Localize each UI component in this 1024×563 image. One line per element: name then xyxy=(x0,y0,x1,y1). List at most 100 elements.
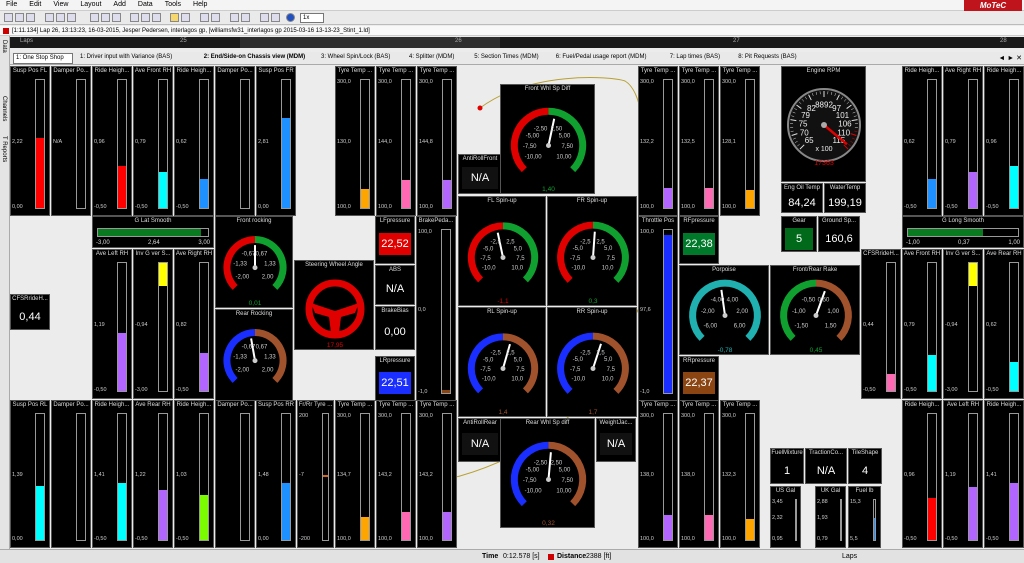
gear-panel[interactable]: Gear 5 xyxy=(781,216,817,252)
anti-roll-front-panel[interactable]: AntiRollFront N/A xyxy=(458,154,502,194)
ride-rl2-panel[interactable]: Ride Heigh... 0,62 -0,50 xyxy=(902,66,942,216)
menu-item-layout[interactable]: Layout xyxy=(74,0,107,9)
engine-rpm-panel[interactable]: Engine RPM 65 70 75 79 82 88 92 97 101 106 110 115 x … xyxy=(781,66,866,182)
menu-item-tools[interactable]: Tools xyxy=(159,0,187,9)
front-rocking-panel[interactable]: Front rocking -0,67 0,67 -1,33 1,33 -2,00 2,00… xyxy=(215,216,293,308)
damper-fr-panel[interactable]: Damper Po... xyxy=(215,66,255,216)
tyre-3-panel[interactable]: Tyre Temp ... 300,0 144,8 100,0 xyxy=(417,66,457,216)
cfsr-ride-panel[interactable]: CFSRrideH... 0,44 -0,50 xyxy=(861,249,901,399)
workspace-select[interactable]: 1: One Stop Shop xyxy=(13,53,73,64)
cut-icon[interactable] xyxy=(45,13,54,22)
chart-icon[interactable] xyxy=(230,13,239,22)
tab-7[interactable]: 7: Lap times (BAS) xyxy=(670,54,720,60)
side-tab-reports[interactable]: T Reports xyxy=(1,136,7,162)
tab-2[interactable]: 2: End/Side-on Chassis view (MDM) xyxy=(204,54,305,60)
menu-item-edit[interactable]: Edit xyxy=(23,0,47,9)
tools-icon[interactable] xyxy=(271,13,280,22)
uk-gal-panel[interactable]: UK Gal 2,88 1,93 0,79 xyxy=(815,486,846,548)
ride-rr3-panel[interactable]: Ride Heigh... 1,41 -0,50 xyxy=(984,400,1024,548)
tyre-12-panel[interactable]: Tyre Temp ... 300,0 132,3 100,0 xyxy=(720,400,760,548)
ave-left-rh2-panel[interactable]: Ave Left RH 1,19 -0,50 xyxy=(943,400,983,548)
side-tab-channels[interactable]: Channels xyxy=(1,96,7,121)
susp-rr-panel[interactable]: Susp Pos RR 1,48 0,00 xyxy=(256,400,296,548)
forward-icon[interactable] xyxy=(211,13,220,22)
brake-pedal-panel[interactable]: BrakePeda... 100,0 0,0 -1,0 xyxy=(416,216,456,401)
steering-wheel-panel[interactable]: Steering Wheel Angle 17,95 xyxy=(294,260,374,350)
lr-pressure-panel[interactable]: LRpressure 22,51 xyxy=(375,356,415,401)
susp-rl-panel[interactable]: Susp Pos RL 1,39 0,00 xyxy=(10,400,50,548)
ride-fl-panel[interactable]: Ride Heigh... 0,96 -0,50 xyxy=(92,66,132,216)
fuel-lb-panel[interactable]: Fuel lb 15,3 5,5 xyxy=(848,486,881,548)
rr-pressure-panel[interactable]: RRpressure 22,37 xyxy=(679,356,719,401)
ave-right-rh-panel[interactable]: Ave Right RH 0,79 -0,50 xyxy=(943,66,983,216)
weight-jack-panel[interactable]: WeightJac... N/A xyxy=(596,418,636,462)
rear-whl-sp-diff-panel[interactable]: Rear Whl Sp diff -2,50 2,50 -5,00 5,00 -7,50 7… xyxy=(500,418,595,528)
tyre-7-panel[interactable]: Tyre Temp ... 300,0 134,7 100,0 xyxy=(335,400,375,548)
ave-front-rh2-panel[interactable]: Ave Front RH 0,79 -0,50 xyxy=(902,249,942,399)
tyre-10-panel[interactable]: Tyre Temp ... 300,0 138,0 100,0 xyxy=(638,400,678,548)
front-rear-rake-panel[interactable]: Front/Rear Rake -0,50 0,50 -1,00 1,00 -1,50 1,… xyxy=(770,265,860,355)
damper-fl-panel[interactable]: Damper Po... N/A xyxy=(51,66,91,216)
tab-1[interactable]: 1: Driver input with Variance (BAS) xyxy=(80,54,172,60)
menu-item-file[interactable]: File xyxy=(0,0,23,9)
frrr-tyre-panel[interactable]: Fr/Rr Tyre ... 200 -7 -200 xyxy=(297,400,334,548)
ride-rr-panel[interactable]: Ride Heigh... 1,03 -0,50 xyxy=(174,400,214,548)
tab-4[interactable]: 4: Splitter (MDM) xyxy=(409,54,454,60)
zoom-out-icon[interactable] xyxy=(152,13,161,22)
water-temp-panel[interactable]: WaterTemp 199,19 xyxy=(824,183,866,213)
eng-oil-temp-panel[interactable]: Eng Oil Temp 84,24 xyxy=(781,183,823,213)
cfsr-small-panel[interactable]: CFSRrideH... 0,44 xyxy=(10,294,50,330)
throttle-pos-panel[interactable]: Throttle Pos 100,0 97,6 -1,0 xyxy=(638,216,678,401)
abs-panel[interactable]: ABS N/A xyxy=(375,265,415,305)
rl-spin-up-panel[interactable]: RL Spin-up -2,5 2,5 -5,0 5,0 -7,5 7,5 -10,0 10,0… xyxy=(458,307,546,417)
fr-spin-up-panel[interactable]: FR Spin-up -2,5 2,5 -5,0 5,0 -7,5 7,5 -10,0 10,0… xyxy=(547,196,637,306)
open-icon[interactable] xyxy=(15,13,24,22)
back-icon[interactable] xyxy=(200,13,209,22)
porpoise-panel[interactable]: Porpoise -4,00 4,00 -2,00 2,00 -6,00 6,00 -0,78 xyxy=(679,265,769,355)
cursor-icon[interactable] xyxy=(181,13,190,22)
inv-g2-panel[interactable]: Inv G ver S... -0,94 -3,00 xyxy=(943,249,983,399)
tile-shape-panel[interactable]: TileShape 4 xyxy=(848,448,882,484)
ave-rear-rh-panel[interactable]: Ave Rear RH 1,22 -0,50 xyxy=(133,400,173,548)
ride-rl-panel[interactable]: Ride Heigh... 1,41 -0,50 xyxy=(92,400,132,548)
tyre-6-panel[interactable]: Tyre Temp ... 300,0 128,1 100,0 xyxy=(720,66,760,216)
ride-fr-panel[interactable]: Ride Heigh... 0,62 -0,50 xyxy=(174,66,214,216)
rf-pressure-panel[interactable]: RFpressure 22,38 xyxy=(679,216,719,264)
menu-item-view[interactable]: View xyxy=(47,0,74,9)
ave-left-rh-panel[interactable]: Ave Left RH 1,19 -0,50 xyxy=(92,249,132,399)
tab-6[interactable]: 6: Fuel/Pedal usage report (MDM) xyxy=(556,54,647,60)
pointer-icon[interactable] xyxy=(170,13,179,22)
new-icon[interactable] xyxy=(4,13,13,22)
brake-bias-panel[interactable]: BrakeBias 0,00 xyxy=(375,306,415,350)
fl-spin-up-panel[interactable]: FL Spin-up -2,5 2,5 -5,0 5,0 -7,5 7,5 -10,0 10,0… xyxy=(458,196,546,306)
ground-speed-panel[interactable]: Ground Sp... 160,6 xyxy=(818,216,860,252)
report-icon[interactable] xyxy=(241,13,250,22)
tab-3[interactable]: 3: Wheel Spin/Lock (BAS) xyxy=(321,54,390,60)
menu-item-data[interactable]: Data xyxy=(132,0,159,9)
damper-rr-panel[interactable]: Damper Po... xyxy=(215,400,255,548)
tab-nav-arrows[interactable]: ◄ ► ✕ xyxy=(998,54,1022,62)
ave-front-rh-panel[interactable]: Ave Front RH 0,79 -0,50 xyxy=(133,66,173,216)
rear-rocking-panel[interactable]: Rear Rocking -0,67 0,67 -1,33 1,33 -2,00 2,00 xyxy=(215,309,293,401)
tyre-9-panel[interactable]: Tyre Temp ... 300,0 143,2 100,0 xyxy=(417,400,457,548)
susp-fl-panel[interactable]: Susp Pos FL 2,22 0,00 xyxy=(10,66,50,216)
susp-fr-panel[interactable]: Susp Pos FR 2,81 0,00 xyxy=(256,66,296,216)
zoom-select[interactable]: 1x xyxy=(300,13,324,23)
paste-icon[interactable] xyxy=(67,13,76,22)
front-whl-sp-diff-panel[interactable]: Front Whl Sp Diff -2,50 2,50 -5,00 5,00 -7,50… xyxy=(500,84,595,194)
ride-rr2-panel[interactable]: Ride Heigh... 0,96 -0,50 xyxy=(984,66,1024,216)
menu-item-help[interactable]: Help xyxy=(187,0,213,9)
play-icon[interactable] xyxy=(286,13,295,22)
rr-spin-up-panel[interactable]: RR Spin-up -2,5 2,5 -5,0 5,0 -7,5 7,5 -10,0 10,0… xyxy=(547,307,637,417)
copy-icon[interactable] xyxy=(56,13,65,22)
ave-right-rh2-panel[interactable]: Ave Right RH 0,82 -0,50 xyxy=(174,249,214,399)
channel-icon[interactable] xyxy=(90,13,99,22)
tyre-8-panel[interactable]: Tyre Temp ... 300,0 143,2 100,0 xyxy=(376,400,416,548)
traction-control-panel[interactable]: TractionCo... N/A xyxy=(805,448,847,484)
ride-rl3-panel[interactable]: Ride Heigh... 0,96 -0,50 xyxy=(902,400,942,548)
g-lat-panel[interactable]: G Lat Smooth -3,00 2,64 3,00 xyxy=(92,216,214,248)
inv-g-panel[interactable]: Inv G ver S... -0,94 -3,00 xyxy=(133,249,173,399)
grid-icon[interactable] xyxy=(130,13,139,22)
tyre-5-panel[interactable]: Tyre Temp ... 300,0 132,5 100,0 xyxy=(679,66,719,216)
g-long-panel[interactable]: G Long Smooth -1,00 0,37 1,00 xyxy=(902,216,1024,248)
